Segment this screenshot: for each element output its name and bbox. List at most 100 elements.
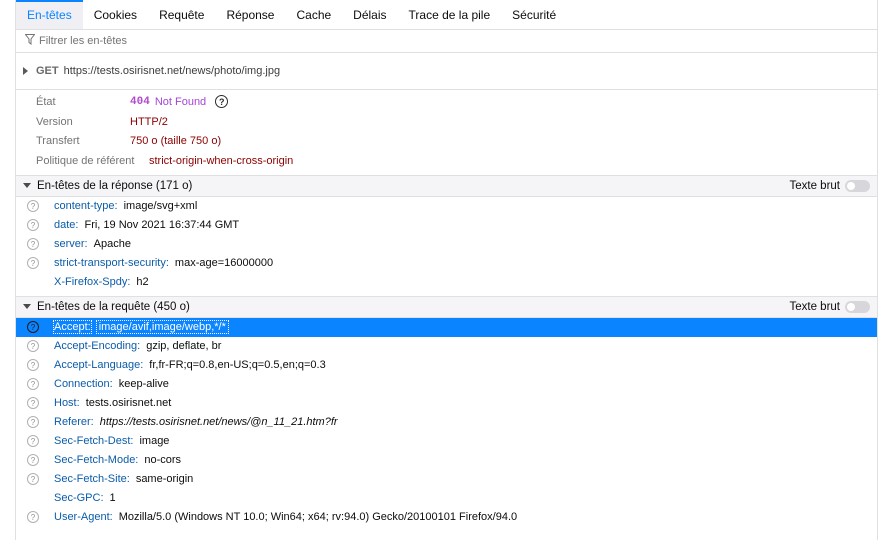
header-row[interactable]: ? Accept-Encoding: gzip, deflate, br xyxy=(16,337,877,356)
status-row: État 404 Not Found ? xyxy=(36,92,877,112)
header-row[interactable]: X-Firefox-Spdy: h2 xyxy=(16,273,877,292)
help-icon[interactable]: ? xyxy=(27,219,39,232)
help-icon[interactable]: ? xyxy=(27,359,39,372)
request-url: https://tests.osirisnet.net/news/photo/i… xyxy=(63,65,281,77)
response-headers-list: ? content-type: image/svg+xml ? date: Fr… xyxy=(16,197,877,297)
response-headers-title: En-têtes de la réponse (171 o) xyxy=(37,179,193,192)
header-value: tests.osirisnet.net xyxy=(85,397,172,410)
header-name: Host: xyxy=(54,397,80,410)
help-icon[interactable]: ? xyxy=(27,416,39,429)
tab-stack-trace[interactable]: Trace de la pile xyxy=(398,0,502,29)
header-row[interactable]: ? Sec-Fetch-Dest: image xyxy=(16,432,877,451)
help-icon[interactable]: ? xyxy=(27,340,39,353)
header-value: h2 xyxy=(136,276,149,289)
request-url-row[interactable]: GET https://tests.osirisnet.net/news/pho… xyxy=(16,53,877,90)
header-value: Mozilla/5.0 (Windows NT 10.0; Win64; x64… xyxy=(118,511,518,524)
tab-request[interactable]: Requête xyxy=(148,0,215,29)
header-row[interactable]: ? User-Agent: Mozilla/5.0 (Windows NT 10… xyxy=(16,508,877,527)
header-value: keep-alive xyxy=(118,378,169,391)
header-value: max-age=16000000 xyxy=(174,257,274,270)
tab-cookies[interactable]: Cookies xyxy=(83,0,148,29)
header-name: Sec-Fetch-Site: xyxy=(54,473,130,486)
toggle-switch[interactable] xyxy=(845,179,870,192)
help-icon[interactable]: ? xyxy=(27,378,39,391)
version-label: Version xyxy=(36,115,73,128)
header-row[interactable]: ? Accept-Language: fr,fr-FR;q=0.8,en-US;… xyxy=(16,356,877,375)
tab-response[interactable]: Réponse xyxy=(215,0,285,29)
header-row[interactable]: ? Connection: keep-alive xyxy=(16,375,877,394)
header-value: gzip, deflate, br xyxy=(146,340,222,353)
tab-cache[interactable]: Cache xyxy=(285,0,342,29)
header-row[interactable]: ? server: Apache xyxy=(16,235,877,254)
collapse-arrow-icon[interactable] xyxy=(23,183,31,189)
filter-bar xyxy=(16,30,877,53)
referrer-policy-value: strict-origin-when-cross-origin xyxy=(149,154,294,167)
raw-toggle-request[interactable]: Texte brut xyxy=(790,297,870,317)
transfer-label: Transfert xyxy=(36,135,80,148)
tab-bar: En-têtes Cookies Requête Réponse Cache D… xyxy=(16,0,877,30)
header-name: Accept-Encoding: xyxy=(54,340,141,353)
expand-arrow-icon[interactable] xyxy=(23,67,28,75)
request-method: GET xyxy=(36,65,59,77)
header-name: User-Agent: xyxy=(54,511,113,524)
header-name: X-Firefox-Spdy: xyxy=(54,276,131,289)
transfer-row: Transfert 750 o (taille 750 o) xyxy=(36,131,877,151)
header-value: no-cors xyxy=(144,454,182,467)
collapse-arrow-icon[interactable] xyxy=(23,304,31,310)
header-value: image/avif,image/webp,*/* xyxy=(95,320,229,335)
header-row[interactable]: Sec-GPC: 1 xyxy=(16,489,877,508)
header-name: Sec-Fetch-Dest: xyxy=(54,435,134,448)
help-icon[interactable]: ? xyxy=(27,321,39,334)
header-value: image xyxy=(139,435,170,448)
request-headers-title: En-têtes de la requête (450 o) xyxy=(37,300,190,313)
referrer-policy-label: Politique de référent xyxy=(36,154,135,167)
header-name: Accept-Language: xyxy=(54,359,144,372)
help-icon[interactable]: ? xyxy=(27,473,39,486)
header-row[interactable]: ? date: Fri, 19 Nov 2021 16:37:44 GMT xyxy=(16,216,877,235)
help-icon[interactable]: ? xyxy=(27,257,39,270)
summary-section: État 404 Not Found ? Version HTTP/2 Tran… xyxy=(16,90,877,176)
response-headers-section-header[interactable]: En-têtes de la réponse (171 o) Texte bru… xyxy=(16,175,877,197)
blank-icon xyxy=(27,276,39,288)
referrer-policy-row: Politique de référent strict-origin-when… xyxy=(36,151,877,171)
header-row[interactable]: ? Sec-Fetch-Site: same-origin xyxy=(16,470,877,489)
header-row[interactable]: ? Host: tests.osirisnet.net xyxy=(16,394,877,413)
version-row: Version HTTP/2 xyxy=(36,112,877,132)
help-icon[interactable]: ? xyxy=(27,435,39,448)
help-icon[interactable]: ? xyxy=(27,238,39,251)
status-code: 404 xyxy=(130,95,150,108)
header-value: Fri, 19 Nov 2021 16:37:44 GMT xyxy=(84,219,240,232)
help-icon[interactable]: ? xyxy=(27,511,39,524)
help-icon[interactable]: ? xyxy=(27,454,39,467)
version-value: HTTP/2 xyxy=(130,115,168,128)
request-headers-list: ? Accept: image/avif,image/webp,*/* ? Ac… xyxy=(16,317,877,527)
header-name: date: xyxy=(54,219,79,232)
transfer-value: 750 o (taille 750 o) xyxy=(130,135,222,148)
header-name: Accept: xyxy=(53,320,92,335)
header-value: fr,fr-FR;q=0.8,en-US;q=0.5,en;q=0.3 xyxy=(149,359,326,372)
header-name: server: xyxy=(54,238,88,251)
help-icon[interactable]: ? xyxy=(27,397,39,410)
headers-panel: En-têtes Cookies Requête Réponse Cache D… xyxy=(15,0,878,540)
raw-toggle-response[interactable]: Texte brut xyxy=(790,176,870,196)
help-icon[interactable]: ? xyxy=(27,200,39,213)
funnel-icon xyxy=(24,34,36,48)
tab-headers[interactable]: En-têtes xyxy=(16,0,83,30)
request-headers-section-header[interactable]: En-têtes de la requête (450 o) Texte bru… xyxy=(16,296,877,318)
status-label: État xyxy=(36,95,56,108)
status-text: Not Found xyxy=(154,95,207,108)
header-name: Sec-Fetch-Mode: xyxy=(54,454,139,467)
header-row[interactable]: ? Referer: https://tests.osirisnet.net/n… xyxy=(16,413,877,432)
header-value: same-origin xyxy=(135,473,194,486)
toggle-switch[interactable] xyxy=(845,300,870,313)
help-icon[interactable]: ? xyxy=(215,95,229,109)
tab-security[interactable]: Sécurité xyxy=(501,0,567,29)
header-row[interactable]: ? content-type: image/svg+xml xyxy=(16,197,877,216)
header-row[interactable]: ? Sec-Fetch-Mode: no-cors xyxy=(16,451,877,470)
tab-timings[interactable]: Délais xyxy=(342,0,397,29)
blank-icon xyxy=(27,492,39,504)
header-row-selected[interactable]: ? Accept: image/avif,image/webp,*/* xyxy=(16,317,877,337)
header-name: content-type: xyxy=(54,200,118,213)
filter-input[interactable] xyxy=(35,35,339,47)
header-row[interactable]: ? strict-transport-security: max-age=160… xyxy=(16,254,877,273)
